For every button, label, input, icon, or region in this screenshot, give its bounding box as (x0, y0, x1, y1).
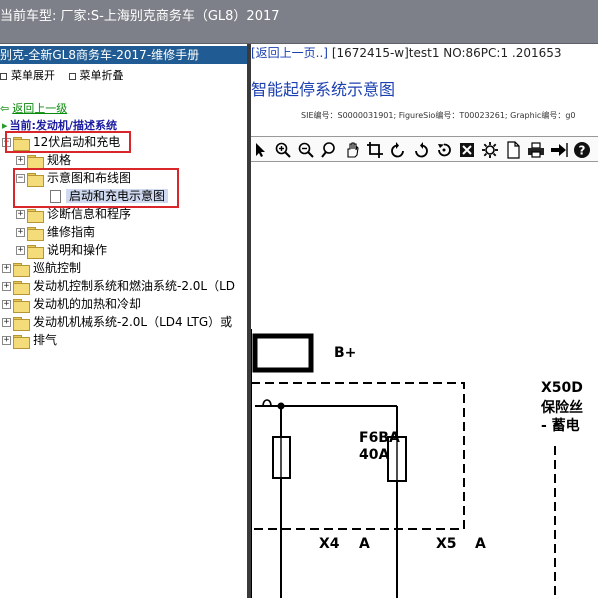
connector-x5-pin-label: A (475, 536, 486, 552)
expand-node-icon[interactable]: + (2, 318, 11, 327)
pan-icon[interactable] (342, 140, 362, 160)
fit-icon[interactable] (457, 140, 477, 160)
document-ids: SIE编号：S0000031901; FigureSio编号：T00023261… (301, 111, 576, 120)
left-panel: 别克-全新GL8商务车-2017-维修手册 菜单展开 菜单折叠 ⇦ 返回上一级 ▸… (0, 44, 247, 598)
document-info: [1672415-w]test1 NO:86PC:1 .201653 (331, 46, 562, 60)
folder-icon (27, 226, 44, 241)
expand-icon (0, 72, 7, 80)
tree-item-cruise-control[interactable]: + 巡航控制 (2, 259, 81, 277)
battery-positive-label: B+ (334, 345, 357, 361)
viewer-toolbar: ? (251, 136, 598, 162)
connector-x5-label: X5 (436, 536, 457, 552)
connector-x4-pin-label: A (359, 536, 370, 552)
vehicle-title: 当前车型: 厂家:S-上海别克商务车（GL8）2017 (0, 9, 280, 24)
help-icon[interactable]: ? (572, 140, 592, 160)
fuse-rating-label: 40A (359, 447, 390, 463)
document-title: 智能起停系统示意图 (251, 80, 396, 99)
folder-icon (27, 244, 44, 259)
rotate-right-icon[interactable] (411, 140, 431, 160)
connector-x4-label: X4 (319, 536, 340, 552)
fuse-box-label: 保险丝 (541, 400, 583, 416)
back-arrow-icon: ⇦ (0, 102, 10, 115)
pointer-icon[interactable] (251, 140, 271, 160)
rotate-left-icon[interactable] (388, 140, 408, 160)
find-icon[interactable] (319, 140, 339, 160)
settings-icon[interactable] (480, 140, 500, 160)
page-icon[interactable] (503, 140, 523, 160)
svg-text:?: ? (579, 144, 586, 158)
folder-icon (27, 154, 44, 169)
highlight-box-category (5, 131, 131, 153)
folder-icon (13, 334, 30, 349)
expand-node-icon[interactable]: + (16, 246, 25, 255)
zoom-out-icon[interactable] (296, 140, 316, 160)
reset-icon[interactable] (434, 140, 454, 160)
fuse-id-label: F6BA (359, 430, 400, 446)
tree-item-description-operation[interactable]: + 说明和操作 (16, 241, 107, 259)
expand-node-icon[interactable]: + (2, 264, 11, 273)
tree-item-engine-heating-cooling[interactable]: + 发动机的加热和冷却 (2, 295, 141, 313)
tree-item-engine-mechanical[interactable]: + 发动机机械系统-2.0L（LD4 LTG）或 (2, 313, 232, 331)
expand-node-icon[interactable]: + (2, 282, 11, 291)
export-icon[interactable] (549, 140, 569, 160)
highlight-box-schematic (13, 168, 179, 208)
folder-icon (27, 208, 44, 223)
app-title-bar: 当前车型: 厂家:S-上海别克商务车（GL8）2017 (0, 0, 598, 44)
tree-item-engine-control-fuel[interactable]: + 发动机控制系统和燃油系统-2.0L（LD (2, 277, 235, 295)
tree-item-repair-guide[interactable]: + 维修指南 (16, 223, 95, 241)
document-panel: [返回上一页..] [1672415-w]test1 NO:86PC:1 .20… (251, 44, 598, 598)
back-up-level-link[interactable]: ⇦ 返回上一级 (0, 100, 67, 116)
collapse-icon (68, 72, 76, 80)
folder-icon (13, 316, 30, 331)
tree-item-specs[interactable]: + 规格 (16, 151, 71, 169)
battery-terminal-box (252, 333, 314, 373)
crop-icon[interactable] (365, 140, 385, 160)
x50d-label: X50D (541, 380, 583, 396)
expand-node-icon[interactable]: + (16, 210, 25, 219)
wiring-diagram[interactable]: B+ F6BA 40A X4 A X5 A X50D 保险丝 - 蓄电 (251, 174, 598, 598)
document-nav: [返回上一页..] [1672415-w]test1 NO:86PC:1 .20… (251, 44, 562, 61)
zoom-in-icon[interactable] (273, 140, 293, 160)
folder-icon (13, 280, 30, 295)
tree-item-exhaust[interactable]: + 排气 (2, 331, 57, 349)
expand-node-icon[interactable]: + (2, 336, 11, 345)
expand-node-icon[interactable]: + (16, 156, 25, 165)
manual-header: 别克-全新GL8商务车-2017-维修手册 (0, 46, 247, 64)
folder-icon (13, 262, 30, 277)
print-icon[interactable] (526, 140, 546, 160)
collapse-menu-button[interactable]: 菜单折叠 (68, 68, 124, 84)
location-label: - 蓄电 (541, 418, 580, 434)
folder-icon (13, 298, 30, 313)
expand-menu-button[interactable]: 菜单展开 (0, 68, 55, 84)
back-page-link[interactable]: [返回上一页..] (251, 46, 328, 60)
expand-node-icon[interactable]: + (2, 300, 11, 309)
tree-menu-bar: 菜单展开 菜单折叠 (0, 68, 134, 84)
expand-node-icon[interactable]: + (16, 228, 25, 237)
